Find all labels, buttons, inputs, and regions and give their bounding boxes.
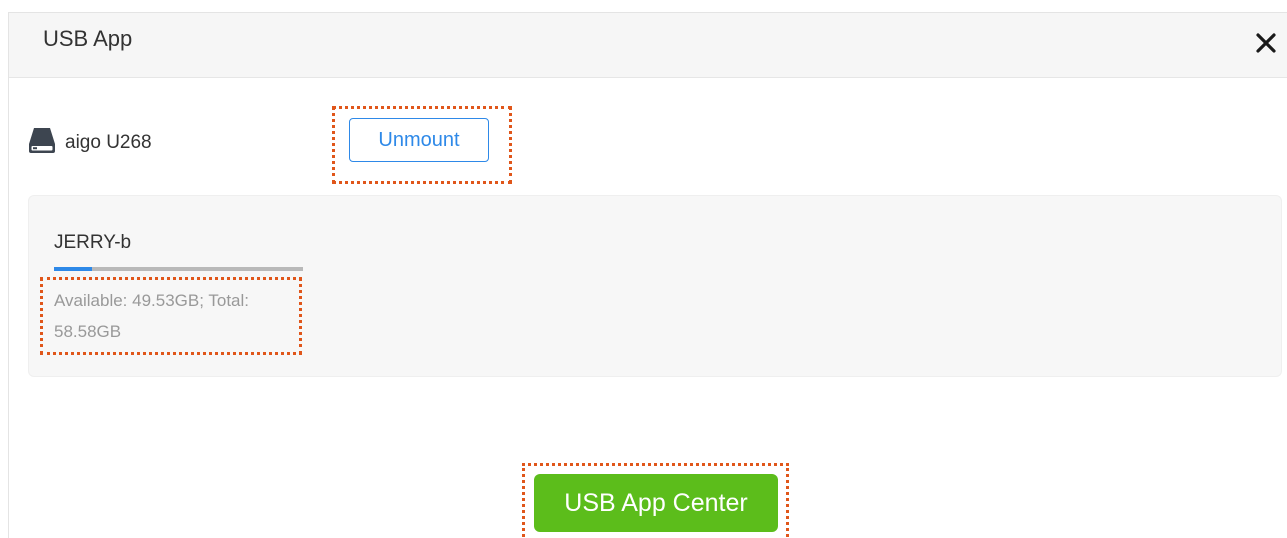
storage-space-text: Available: 49.53GB; Total: 58.58GB	[54, 291, 250, 341]
unmount-button[interactable]: Unmount	[349, 118, 489, 162]
hard-drive-icon	[27, 125, 57, 155]
usb-app-center-button[interactable]: USB App Center	[534, 474, 778, 532]
dialog-header: USB App	[9, 13, 1287, 78]
dialog-title: USB App	[43, 26, 133, 51]
device-name: aigo U268	[65, 132, 152, 153]
partition-name: JERRY-b	[54, 232, 132, 253]
usb-app-dialog: USB App aigo U268 Unmount JERRY-b Availa…	[8, 12, 1287, 538]
storage-usage-fill	[54, 267, 93, 271]
storage-usage-bar	[54, 267, 303, 271]
close-icon[interactable]	[1254, 31, 1278, 55]
